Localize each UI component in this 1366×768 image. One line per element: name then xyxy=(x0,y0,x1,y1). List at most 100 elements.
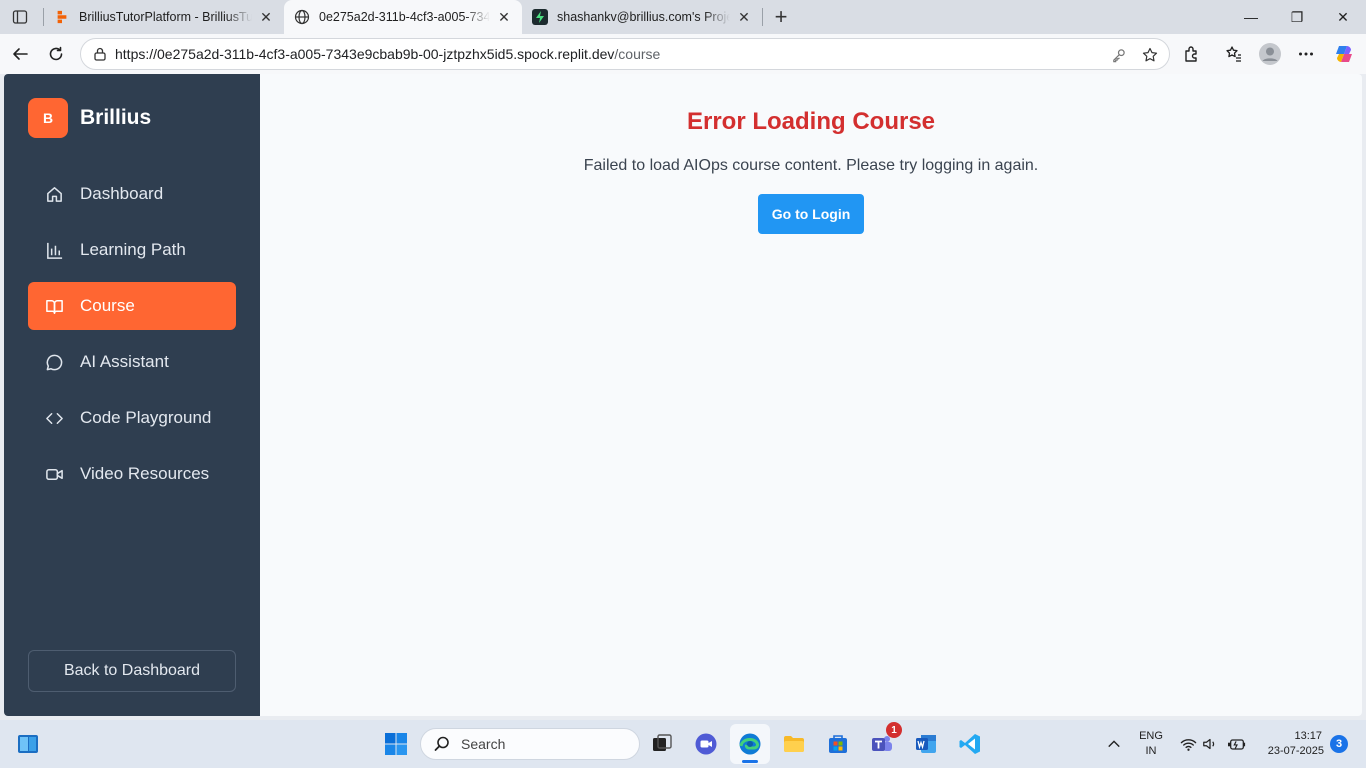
url-path: /course xyxy=(614,46,661,62)
taskbar-edge[interactable] xyxy=(730,724,770,764)
sidebar: B Brillius Dashboard Learning Path Cours… xyxy=(4,74,260,716)
code-icon xyxy=(44,408,64,428)
copilot-button[interactable] xyxy=(1330,40,1358,68)
taskbar-store[interactable] xyxy=(818,724,858,764)
reload-icon xyxy=(49,46,63,61)
profile-button[interactable] xyxy=(1256,40,1284,68)
windows-icon xyxy=(385,733,407,755)
active-app-indicator xyxy=(742,760,758,763)
language-indicator[interactable]: ENG IN xyxy=(1134,729,1168,759)
main-content: Error Loading Course Failed to load AIOp… xyxy=(260,74,1362,716)
tab-separator xyxy=(762,8,763,26)
taskbar-teams[interactable]: 1 xyxy=(862,722,902,764)
project-icon xyxy=(532,9,548,25)
battery-icon xyxy=(1228,738,1246,750)
book-icon xyxy=(44,296,64,316)
replit-icon xyxy=(54,9,70,25)
sidebar-item-label: AI Assistant xyxy=(80,352,169,371)
sidebar-item-code-playground[interactable]: Code Playground xyxy=(28,394,236,442)
more-menu-button[interactable] xyxy=(1292,40,1320,68)
taskbar-file-explorer[interactable] xyxy=(774,724,814,764)
close-window-button[interactable]: ✕ xyxy=(1320,0,1366,34)
error-title: Error Loading Course xyxy=(686,108,936,135)
more-horizontal-icon xyxy=(1299,52,1313,56)
browser-tab-bar: BrilliusTutorPlatform - BrilliusTuto ✕ 0… xyxy=(0,0,1366,34)
taskbar-vscode[interactable] xyxy=(950,724,990,764)
new-tab-button[interactable]: + xyxy=(768,4,794,30)
clock[interactable]: 13:17 23-07-2025 xyxy=(1254,729,1332,759)
chat-icon xyxy=(44,352,64,372)
sidebar-item-course[interactable]: Course xyxy=(28,282,236,330)
taskbar-meet[interactable] xyxy=(686,724,726,764)
web-page: B Brillius Dashboard Learning Path Cours… xyxy=(4,74,1362,716)
bar-chart-icon xyxy=(44,240,64,260)
sidebar-item-dashboard[interactable]: Dashboard xyxy=(28,170,236,218)
tab-actions-icon xyxy=(12,10,28,24)
sidebar-item-learning-path[interactable]: Learning Path xyxy=(28,226,236,274)
word-icon xyxy=(916,735,936,753)
extensions-button[interactable] xyxy=(1178,40,1206,68)
tab-course-page[interactable]: 0e275a2d-311b-4cf3-a005-7343e ✕ xyxy=(284,0,522,34)
tab-brillius-tutor[interactable]: BrilliusTutorPlatform - BrilliusTuto ✕ xyxy=(44,0,284,34)
tab-title: shashankv@brillius.com's Project xyxy=(557,10,730,24)
brand-logo: B xyxy=(28,98,68,138)
sidebar-item-label: Course xyxy=(80,296,135,315)
taskbar-word[interactable] xyxy=(906,724,946,764)
widgets-icon xyxy=(18,735,38,753)
url-host: https://0e275a2d-311b-4cf3-a005-7343e9cb… xyxy=(115,46,615,62)
taskbar-task-view[interactable] xyxy=(642,724,682,764)
favorites-icon xyxy=(1226,46,1241,62)
tab-project[interactable]: shashankv@brillius.com's Project ✕ xyxy=(522,0,762,34)
notification-badge[interactable]: 3 xyxy=(1330,735,1348,753)
copilot-icon xyxy=(1336,46,1352,62)
task-view-icon xyxy=(653,734,672,751)
sidebar-item-video-resources[interactable]: Video Resources xyxy=(28,450,236,498)
edge-icon xyxy=(739,733,761,755)
tab-title: 0e275a2d-311b-4cf3-a005-7343e xyxy=(319,10,490,24)
volume-status[interactable] xyxy=(1198,724,1222,764)
tab-actions-button[interactable] xyxy=(6,4,34,30)
home-icon xyxy=(44,184,64,204)
maximize-button[interactable]: ❐ xyxy=(1274,0,1320,34)
sidebar-item-label: Learning Path xyxy=(80,240,186,259)
clock-date: 23-07-2025 xyxy=(1267,745,1324,757)
chevron-up-icon xyxy=(1108,740,1120,748)
widgets-button[interactable] xyxy=(8,724,48,764)
reload-button[interactable] xyxy=(42,40,70,68)
puzzle-icon xyxy=(1185,46,1197,62)
show-hidden-icons-button[interactable] xyxy=(1096,724,1132,764)
region-code: IN xyxy=(1145,745,1157,757)
store-icon xyxy=(829,735,847,753)
site-info-icon[interactable] xyxy=(91,45,109,63)
back-nav-button[interactable] xyxy=(6,40,34,68)
tab-close-icon[interactable]: ✕ xyxy=(496,9,512,25)
back-to-dashboard-button[interactable]: Back to Dashboard xyxy=(28,650,236,692)
arrow-left-icon xyxy=(13,48,28,60)
favorites-button[interactable] xyxy=(1220,40,1248,68)
star-icon[interactable] xyxy=(1140,45,1160,65)
teams-badge: 1 xyxy=(886,722,902,738)
avatar-icon xyxy=(1259,43,1281,65)
address-bar[interactable]: https://0e275a2d-311b-4cf3-a005-7343e9cb… xyxy=(80,38,1170,70)
start-button[interactable] xyxy=(376,724,416,764)
sidebar-item-label: Dashboard xyxy=(80,184,164,203)
url-text: https://0e275a2d-311b-4cf3-a005-7343e9cb… xyxy=(115,46,660,62)
folder-icon xyxy=(784,736,804,752)
password-key-icon[interactable] xyxy=(1108,45,1128,65)
sidebar-item-label: Video Resources xyxy=(80,464,210,483)
search-icon xyxy=(434,736,449,751)
minimize-button[interactable]: — xyxy=(1228,0,1274,34)
search-placeholder: Search xyxy=(461,736,506,752)
brand[interactable]: B Brillius xyxy=(28,98,151,138)
battery-status[interactable] xyxy=(1222,724,1252,764)
globe-icon xyxy=(294,9,310,25)
tab-close-icon[interactable]: ✕ xyxy=(736,9,752,25)
go-to-login-button[interactable]: Go to Login xyxy=(758,194,864,234)
tab-close-icon[interactable]: ✕ xyxy=(258,9,274,25)
sidebar-nav: Dashboard Learning Path Course AI Assist… xyxy=(28,170,236,506)
error-message: Failed to load AIOps course content. Ple… xyxy=(583,157,1039,174)
taskbar-search[interactable]: Search xyxy=(420,728,640,760)
sidebar-item-ai-assistant[interactable]: AI Assistant xyxy=(28,338,236,386)
speaker-icon xyxy=(1203,738,1215,750)
sidebar-item-label: Code Playground xyxy=(80,408,212,427)
